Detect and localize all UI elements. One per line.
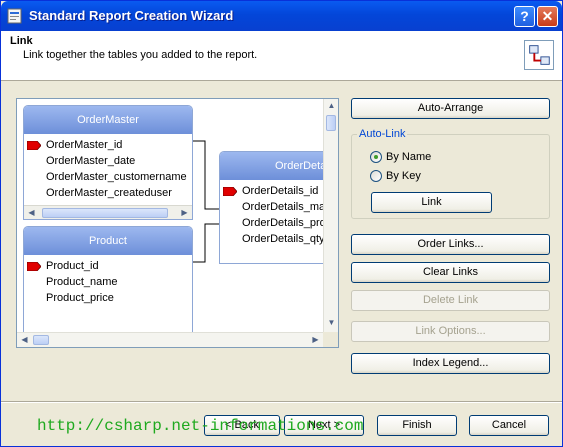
- canvas-vertical-scrollbar[interactable]: ▲ ▼: [323, 99, 338, 332]
- scroll-corner: [323, 332, 338, 347]
- index-legend-button[interactable]: Index Legend...: [351, 353, 550, 374]
- field-label: OrderMaster_customername: [46, 171, 187, 183]
- link-button[interactable]: Link: [371, 192, 492, 213]
- field-row[interactable]: OrderDetails_qty: [220, 231, 338, 247]
- field-row[interactable]: OrderDetails_pro: [220, 215, 338, 231]
- field-row[interactable]: OrderMaster_id: [24, 137, 192, 153]
- field-label: OrderMaster_id: [46, 139, 123, 151]
- field-label: OrderMaster_createduser: [46, 187, 172, 199]
- report-app-icon: [7, 8, 22, 24]
- field-row[interactable]: Product_name: [24, 274, 192, 290]
- by-name-radio[interactable]: [370, 151, 382, 163]
- link-options-button[interactable]: Link Options...: [351, 321, 550, 342]
- table-horizontal-scrollbar[interactable]: ◀ ▶: [24, 205, 192, 219]
- field-label: Product_price: [46, 292, 114, 304]
- primary-key-icon: [27, 262, 41, 271]
- scroll-left-icon[interactable]: ◀: [18, 334, 31, 346]
- field-label: OrderDetails_pro: [242, 217, 326, 229]
- cancel-button[interactable]: Cancel: [469, 415, 549, 436]
- scroll-thumb[interactable]: [42, 208, 168, 218]
- field-label: OrderMaster_date: [46, 155, 136, 167]
- by-name-label[interactable]: By Name: [386, 151, 431, 163]
- scroll-right-icon[interactable]: ▶: [309, 334, 322, 346]
- field-label: OrderDetails_qty: [242, 233, 325, 245]
- scroll-thumb[interactable]: [326, 115, 336, 131]
- order-links-button[interactable]: Order Links...: [351, 234, 550, 255]
- wizard-window: Standard Report Creation Wizard ? ✕ Link…: [0, 0, 563, 447]
- table-orderdetails[interactable]: OrderDetails OrderDetails_id OrderDetail…: [219, 151, 338, 264]
- field-row[interactable]: OrderDetails_ma: [220, 199, 338, 215]
- field-label: Product_id: [46, 260, 99, 272]
- watermark-url: http://csharp.net-informations.com: [37, 417, 364, 435]
- primary-key-icon: [27, 141, 41, 150]
- field-label: Product_name: [46, 276, 118, 288]
- radio-selected-dot: [374, 155, 378, 159]
- field-row[interactable]: Product_price: [24, 290, 192, 306]
- finish-button[interactable]: Finish: [377, 415, 457, 436]
- table-header[interactable]: Product: [24, 227, 192, 255]
- help-button[interactable]: ?: [514, 6, 535, 27]
- page-description: Link together the tables you added to th…: [23, 49, 258, 61]
- delete-link-button[interactable]: Delete Link: [351, 290, 550, 311]
- table-header[interactable]: OrderDetails: [220, 152, 338, 180]
- field-row[interactable]: Product_id: [24, 258, 192, 274]
- table-header[interactable]: OrderMaster: [24, 106, 192, 134]
- field-label: OrderDetails_id: [242, 185, 319, 197]
- scroll-left-icon[interactable]: ◀: [25, 207, 38, 219]
- table-ordermaster[interactable]: OrderMaster OrderMaster_id OrderMaster_d…: [23, 105, 193, 220]
- field-label: OrderDetails_ma: [242, 201, 326, 213]
- close-button[interactable]: ✕: [537, 6, 558, 27]
- title-bar[interactable]: Standard Report Creation Wizard ? ✕: [1, 1, 562, 31]
- primary-key-icon: [223, 187, 237, 196]
- by-key-label[interactable]: By Key: [386, 170, 421, 182]
- link-canvas[interactable]: OrderMaster OrderMaster_id OrderMaster_d…: [16, 98, 339, 348]
- table-product[interactable]: Product Product_id Product_name Product_…: [23, 226, 193, 347]
- auto-link-label: Auto-Link: [357, 128, 408, 140]
- scroll-thumb[interactable]: [33, 335, 49, 345]
- field-row[interactable]: OrderMaster_date: [24, 153, 192, 169]
- canvas-horizontal-scrollbar[interactable]: ◀ ▶: [17, 332, 323, 347]
- clear-links-button[interactable]: Clear Links: [351, 262, 550, 283]
- scroll-up-icon[interactable]: ▲: [325, 100, 338, 112]
- footer-separator: [1, 401, 562, 403]
- scroll-right-icon[interactable]: ▶: [178, 207, 191, 219]
- auto-arrange-button[interactable]: Auto-Arrange: [351, 98, 550, 119]
- window-title: Standard Report Creation Wizard: [29, 8, 234, 23]
- field-row[interactable]: OrderMaster_createduser: [24, 185, 192, 201]
- link-tables-icon: [524, 40, 554, 70]
- field-row[interactable]: OrderMaster_customername: [24, 169, 192, 185]
- field-row[interactable]: OrderDetails_id: [220, 183, 338, 199]
- page-title: Link: [10, 35, 33, 47]
- by-key-radio[interactable]: [370, 170, 382, 182]
- scroll-down-icon[interactable]: ▼: [325, 317, 338, 329]
